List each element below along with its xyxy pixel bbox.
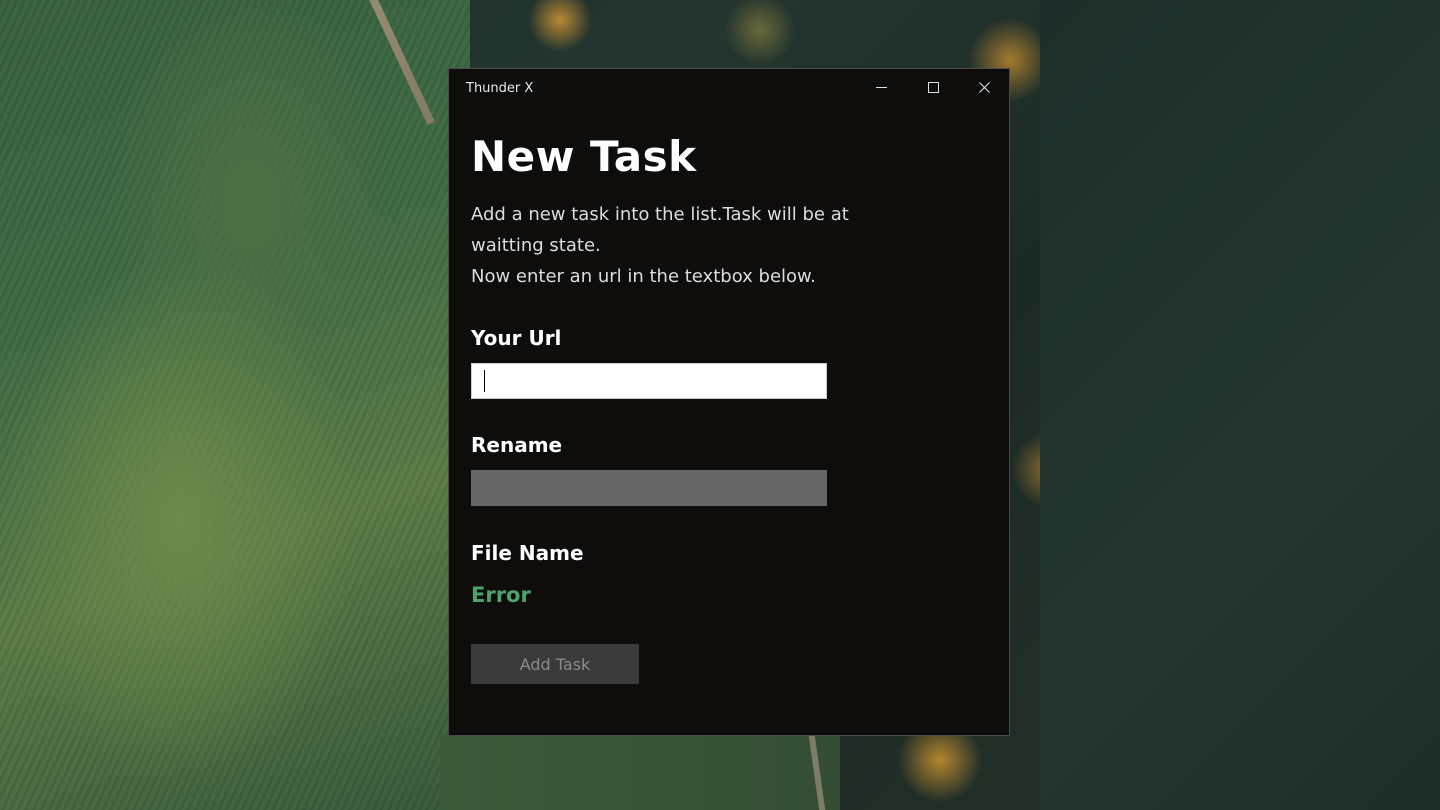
rename-input[interactable]: [471, 470, 827, 506]
app-window: Thunder X New Task Add a new task into t…: [448, 68, 1010, 736]
minimize-button[interactable]: [858, 69, 904, 105]
description-line-1: Add a new task into the list.Task will b…: [471, 204, 849, 256]
desktop-background: Thunder X New Task Add a new task into t…: [0, 0, 1440, 810]
url-label: Your Url: [471, 326, 562, 350]
file-name-label: File Name: [471, 541, 584, 565]
description-line-2: Now enter an url in the textbox below.: [471, 266, 816, 287]
maximize-icon: [927, 81, 939, 93]
field-wallpaper-bottom: [440, 735, 840, 810]
app-title: Thunder X: [466, 81, 534, 96]
close-icon: [978, 81, 990, 93]
field-wallpaper: [0, 0, 470, 810]
close-button[interactable]: [961, 69, 1007, 105]
add-task-button[interactable]: Add Task: [471, 644, 639, 684]
title-bar[interactable]: Thunder X: [449, 69, 1009, 107]
maximize-button[interactable]: [910, 69, 956, 105]
rename-label: Rename: [471, 433, 563, 457]
page-title: New Task: [471, 132, 697, 181]
page-description: Add a new task into the list.Task will b…: [471, 199, 851, 292]
url-input[interactable]: [471, 363, 827, 399]
minimize-icon: [875, 86, 887, 88]
file-name-value: Error: [471, 583, 531, 607]
